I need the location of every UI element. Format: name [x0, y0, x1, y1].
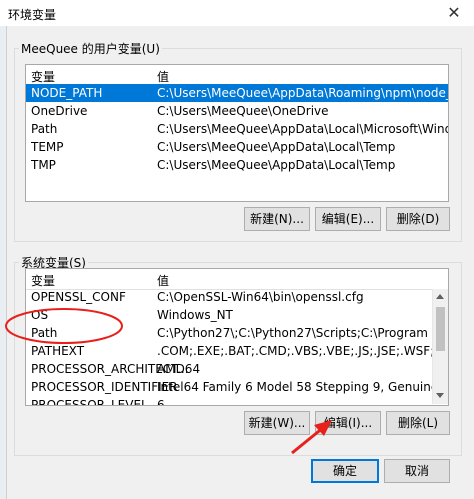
- annotation-overlay: [5, 308, 332, 455]
- annotation-ellipse: [5, 308, 123, 344]
- annotation-arrow-line: [291, 425, 325, 455]
